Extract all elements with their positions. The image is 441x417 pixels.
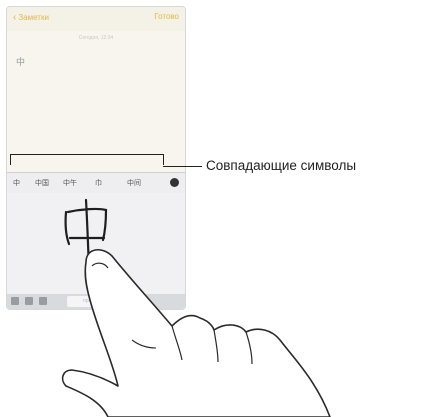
- candidate-item[interactable]: 中国: [35, 178, 49, 188]
- handwritten-character: [64, 198, 108, 272]
- candidate-item[interactable]: 中午: [63, 178, 77, 188]
- keyboard-bottom-row: пробел: [7, 294, 185, 309]
- candidate-item[interactable]: 巾: [95, 178, 102, 188]
- more-candidates-button[interactable]: [170, 178, 179, 187]
- space-key[interactable]: пробел: [67, 296, 147, 307]
- done-button[interactable]: Готово: [154, 12, 179, 21]
- candidate-item[interactable]: 中间: [127, 178, 141, 188]
- mic-icon[interactable]: [39, 297, 47, 305]
- space-label: пробел: [83, 298, 100, 304]
- back-button[interactable]: ‹ Заметки: [13, 12, 49, 23]
- callout-label: Совпадающие символы: [206, 158, 357, 173]
- callout-bracket: [10, 154, 164, 165]
- chevron-left-icon: ‹: [13, 12, 17, 23]
- callout-leader-line: [163, 166, 202, 167]
- candidate-bar: 中 中国 中午 巾 中间: [7, 172, 185, 193]
- numbers-key[interactable]: [11, 297, 19, 305]
- candidate-item[interactable]: 中: [13, 178, 20, 188]
- nav-bar: ‹ Заметки Готово: [7, 7, 185, 31]
- note-date: Сегодня, 12:34: [78, 35, 114, 41]
- globe-icon[interactable]: [25, 297, 33, 305]
- back-label: Заметки: [18, 13, 49, 22]
- note-text[interactable]: 中: [16, 55, 25, 68]
